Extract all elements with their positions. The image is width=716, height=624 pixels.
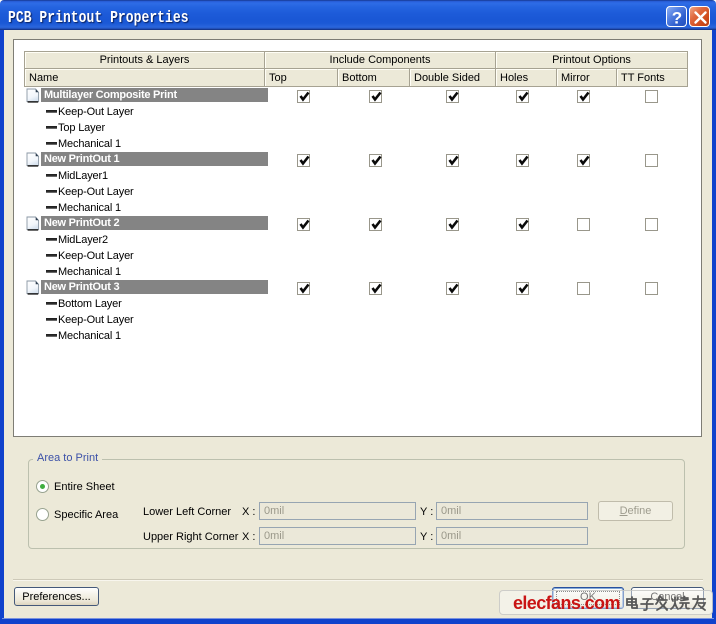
svg-text:?: ? bbox=[672, 9, 682, 28]
